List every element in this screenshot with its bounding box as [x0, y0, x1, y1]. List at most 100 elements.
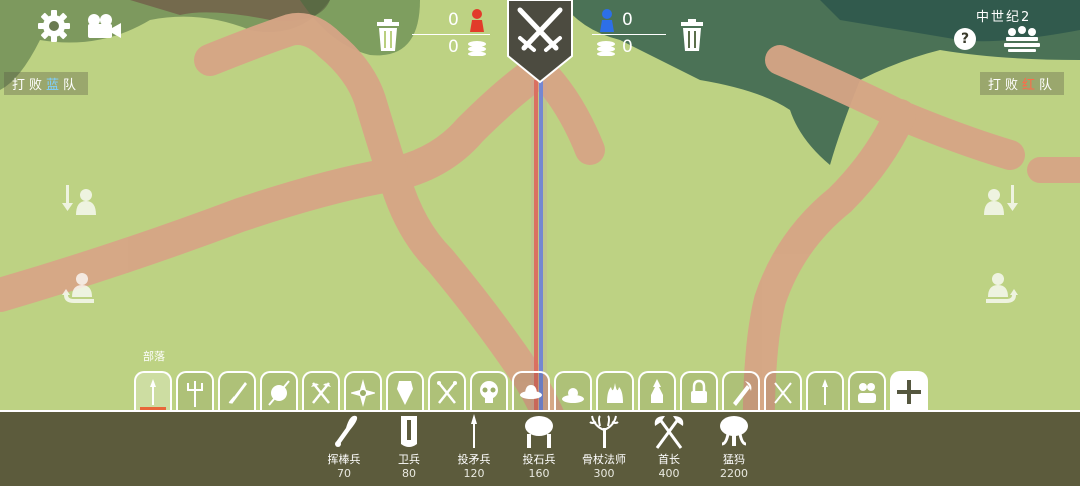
antler-staff-icon — [589, 415, 619, 448]
right-stand-button[interactable] — [980, 180, 1020, 220]
tribe-tab[interactable] — [848, 371, 886, 411]
unit-card[interactable]: 挥棒兵 70 — [312, 414, 376, 480]
unit-name: 投石兵 — [522, 453, 556, 466]
map-icon — [1004, 26, 1040, 52]
clear-blue-button[interactable] — [678, 18, 706, 52]
unit-name: 挥棒兵 — [327, 453, 361, 466]
defeat-red-suffix: 队 — [1039, 78, 1057, 93]
renaissance-icon — [397, 381, 413, 405]
left-respawn-button[interactable] — [60, 268, 100, 308]
tribe-tab[interactable] — [680, 371, 718, 411]
unit-return-icon — [62, 273, 94, 303]
blue-unit-icon — [600, 9, 614, 32]
tribe-tab[interactable] — [554, 371, 592, 411]
tribe-tab[interactable] — [596, 371, 634, 411]
add-tribe-button[interactable] — [890, 371, 928, 411]
help-label: ? — [960, 31, 970, 47]
unit-return-icon — [986, 273, 1018, 303]
start-battle-button[interactable] — [506, 0, 574, 84]
pirate-icon — [437, 381, 457, 404]
unit-card[interactable]: 猛犸 2200 — [702, 414, 766, 480]
defeat-red-color: 红 — [1022, 78, 1040, 93]
red-unit-icon — [470, 9, 484, 32]
defeat-blue-label: 打败蓝队 — [4, 72, 89, 95]
tribe-tab[interactable] — [512, 371, 550, 411]
custom-units-icon — [858, 383, 876, 403]
unit-cost: 70 — [337, 467, 351, 480]
tribe-tab[interactable] — [638, 371, 676, 411]
right-respawn-button[interactable] — [980, 268, 1020, 308]
defeat-red-prefix: 打败 — [988, 78, 1023, 93]
blue-cost-count: 0 — [622, 37, 633, 57]
tribe-tab[interactable] — [428, 371, 466, 411]
unit-cost: 2200 — [720, 467, 748, 480]
camera-button[interactable] — [84, 10, 124, 42]
unit-card[interactable]: 卫兵 80 — [377, 414, 441, 480]
blue-divider — [592, 34, 666, 35]
trash-icon — [377, 19, 399, 51]
tribe-tab[interactable] — [176, 371, 214, 411]
crossed-axes-icon — [654, 416, 684, 449]
unit-stand-icon — [984, 185, 1018, 215]
unit-cost: 160 — [528, 467, 550, 480]
clear-red-button[interactable] — [374, 18, 402, 52]
tribe-tab[interactable] — [386, 371, 424, 411]
unit-cost: 400 — [658, 467, 680, 480]
left-stand-button[interactable] — [60, 180, 100, 220]
medieval-icon — [228, 382, 247, 404]
tribal-icon — [150, 379, 156, 405]
tribe-tab[interactable] — [806, 371, 844, 411]
settings-button[interactable] — [36, 8, 72, 44]
evil-icon — [607, 383, 623, 403]
unit-name: 卫兵 — [398, 453, 420, 466]
tribe-tab[interactable] — [302, 371, 340, 411]
red-unit-count: 0 — [448, 10, 459, 30]
club-icon — [335, 415, 358, 447]
crossed-swords-icon — [507, 0, 573, 84]
tribe-tab[interactable] — [722, 371, 760, 411]
tribe-tab[interactable] — [134, 371, 172, 411]
good-icon — [562, 388, 584, 403]
custom-icon — [774, 382, 792, 404]
spear-icon — [471, 414, 477, 448]
tribe-tab[interactable] — [764, 371, 802, 411]
unit-card[interactable]: 投矛兵 120 — [442, 414, 506, 480]
dynasty-icon — [351, 379, 375, 407]
map-select-button[interactable] — [1002, 22, 1042, 54]
unit-stand-icon — [62, 185, 96, 215]
defeat-blue-prefix: 打败 — [12, 78, 47, 93]
rock-thrower-icon — [525, 416, 553, 448]
help-button[interactable]: ? — [954, 28, 976, 50]
unit-card[interactable]: 投石兵 160 — [507, 414, 571, 480]
trash-icon — [681, 19, 703, 51]
unit-cost: 300 — [593, 467, 615, 480]
locked-icon — [691, 379, 707, 403]
unit-card[interactable]: 首长 400 — [637, 414, 701, 480]
shield-icon — [401, 416, 417, 447]
camera-icon — [88, 14, 121, 38]
defeat-blue-color: 蓝 — [46, 78, 64, 93]
defeat-blue-suffix: 队 — [63, 78, 81, 93]
secret-icon — [651, 379, 663, 403]
tribe-tab[interactable] — [218, 371, 256, 411]
coins-icon — [597, 41, 615, 56]
viking-icon — [311, 382, 331, 404]
coins-icon — [468, 41, 486, 56]
unit-cost: 120 — [463, 467, 485, 480]
tribe-tab[interactable] — [344, 371, 382, 411]
unit-name: 骨杖法师 — [582, 453, 626, 466]
tribe-selector — [134, 371, 928, 411]
legacy-icon — [733, 381, 752, 406]
red-divider — [412, 34, 490, 35]
tribe-tab[interactable] — [470, 371, 508, 411]
unit-cost: 80 — [402, 467, 416, 480]
tribe-label: 部落 — [143, 350, 165, 363]
blue-unit-count: 0 — [622, 10, 633, 30]
red-cost-count: 0 — [448, 37, 459, 57]
unit-card[interactable]: 骨杖法师 300 — [572, 414, 636, 480]
unit-name: 投矛兵 — [457, 453, 491, 466]
mammoth-icon — [720, 416, 748, 446]
add-icon — [897, 380, 921, 404]
spooky-icon — [480, 381, 498, 403]
tribe-tab[interactable] — [260, 371, 298, 411]
